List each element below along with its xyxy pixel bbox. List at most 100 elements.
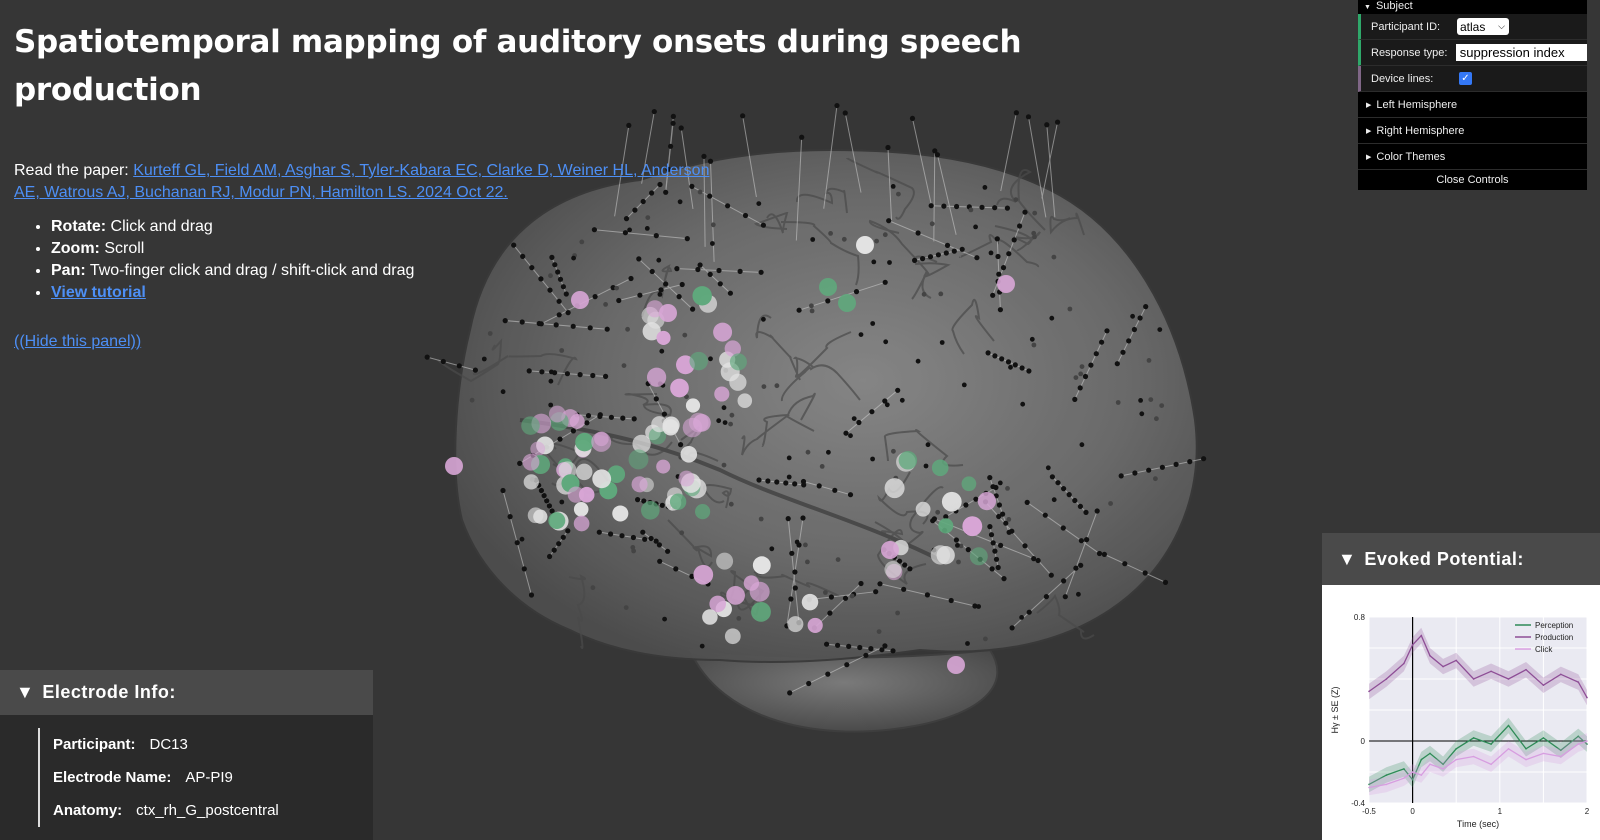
electrode-contact[interactable]	[1153, 476, 1158, 482]
electrode-sphere[interactable]	[693, 413, 711, 432]
electrode-sphere[interactable]	[567, 486, 585, 503]
electrode-contact[interactable]	[961, 382, 967, 388]
electrode-contact[interactable]	[756, 477, 762, 483]
electrode-contact[interactable]	[640, 529, 646, 535]
electrode-contact[interactable]	[1096, 550, 1103, 557]
electrode-contact[interactable]	[956, 559, 961, 565]
electrode-contact[interactable]	[996, 502, 1003, 508]
electrode-contact[interactable]	[481, 356, 487, 362]
electrode-contact[interactable]	[653, 396, 659, 402]
electrode-contact[interactable]	[1094, 508, 1100, 514]
electrode-contact[interactable]	[826, 449, 831, 455]
electrode-contact[interactable]	[1005, 359, 1012, 365]
electrode-contact[interactable]	[1045, 465, 1051, 471]
electrode-sphere[interactable]	[884, 478, 905, 499]
electrode-contact[interactable]	[935, 509, 941, 515]
electrode-contact[interactable]	[1093, 351, 1099, 357]
electrode-contact[interactable]	[1137, 315, 1143, 321]
electrode-contact[interactable]	[635, 497, 641, 503]
electrode-contact[interactable]	[895, 610, 900, 616]
electrode-contact[interactable]	[924, 592, 931, 598]
electrode-contact[interactable]	[1146, 467, 1152, 473]
electrode-contact[interactable]	[721, 405, 727, 411]
electrode-contact[interactable]	[597, 413, 603, 419]
electrode-contact[interactable]	[1073, 375, 1079, 380]
electrode-contact[interactable]	[816, 483, 822, 489]
electrode-contact[interactable]	[1061, 486, 1067, 492]
electrode-contact[interactable]	[631, 548, 636, 554]
electrode-sphere[interactable]	[807, 617, 823, 633]
electrode-sphere[interactable]	[947, 656, 965, 674]
electrode-contact[interactable]	[621, 363, 627, 368]
electrode-contact[interactable]	[1154, 416, 1159, 422]
electrode-sphere[interactable]	[724, 628, 741, 645]
electrode-contact[interactable]	[584, 420, 590, 426]
electrode-contact[interactable]	[728, 421, 733, 427]
electrode-contact[interactable]	[661, 411, 668, 417]
electrode-contact[interactable]	[472, 367, 478, 373]
electrode-contact[interactable]	[1048, 572, 1054, 578]
left-hemisphere-folder[interactable]: ▶ Left Hemisphere	[1358, 92, 1587, 118]
electrode-contact[interactable]	[987, 524, 993, 530]
electrode-contact[interactable]	[1143, 304, 1149, 310]
electrode-contact[interactable]	[847, 492, 854, 498]
electrode-contact[interactable]	[858, 580, 864, 587]
electrode-contact[interactable]	[656, 542, 663, 548]
electrode-contact[interactable]	[1026, 368, 1032, 374]
electrode-contact[interactable]	[987, 475, 993, 481]
electrode-sphere[interactable]	[726, 586, 745, 605]
electrode-sphere[interactable]	[693, 564, 714, 585]
electrode-contact[interactable]	[884, 402, 890, 408]
electrode-contact[interactable]	[794, 539, 800, 545]
electrode-contact[interactable]	[1157, 327, 1163, 332]
electrode-sphere[interactable]	[628, 449, 649, 470]
electrode-contact[interactable]	[788, 596, 794, 602]
electrode-contact[interactable]	[877, 581, 883, 587]
device-lines-checkbox[interactable]: ✓	[1459, 72, 1472, 85]
electrode-contact[interactable]	[990, 484, 996, 490]
electrode-contact[interactable]	[999, 356, 1005, 362]
electrode-contact[interactable]	[899, 397, 905, 403]
electrode-contact[interactable]	[538, 487, 545, 494]
electrode-contact[interactable]	[1042, 512, 1048, 518]
electrode-contact[interactable]	[995, 564, 1001, 571]
electrode-sphere[interactable]	[656, 459, 671, 474]
electrode-sphere[interactable]	[548, 405, 566, 423]
electrode-contact[interactable]	[769, 546, 775, 552]
electrode-contact[interactable]	[539, 369, 545, 375]
electrode-contact[interactable]	[514, 540, 520, 546]
electrode-contact[interactable]	[1062, 594, 1068, 600]
electrode-contact[interactable]	[848, 433, 853, 439]
electrode-contact[interactable]	[965, 641, 970, 646]
electrode-contact[interactable]	[1173, 461, 1179, 467]
electrode-contact[interactable]	[1006, 517, 1012, 522]
electrode-contact[interactable]	[849, 593, 855, 599]
electrode-contact[interactable]	[1043, 594, 1049, 600]
electrode-contact[interactable]	[925, 442, 931, 448]
electrode-sphere[interactable]	[689, 351, 708, 371]
electrode-contact[interactable]	[803, 542, 808, 548]
electrode-contact[interactable]	[1076, 591, 1081, 597]
electrode-sphere[interactable]	[930, 545, 951, 565]
electrode-sphere[interactable]	[573, 502, 589, 517]
electrode-contact[interactable]	[728, 501, 734, 507]
electrode-contact[interactable]	[842, 595, 849, 601]
electrode-contact[interactable]	[868, 646, 874, 652]
electrode-contact[interactable]	[721, 462, 727, 468]
electrode-contact[interactable]	[1072, 497, 1078, 504]
electrode-contact[interactable]	[1088, 362, 1094, 368]
electrode-contact[interactable]	[1001, 576, 1007, 582]
electrode-contact[interactable]	[1201, 456, 1207, 462]
electrode-sphere[interactable]	[521, 416, 540, 435]
electrode-contact[interactable]	[758, 516, 764, 522]
electrode-contact[interactable]	[736, 616, 742, 621]
electrode-contact[interactable]	[851, 416, 857, 421]
electrode-contact[interactable]	[1020, 401, 1026, 407]
electrode-contact[interactable]	[1132, 470, 1138, 476]
electrode-contact[interactable]	[716, 418, 722, 424]
electrode-contact[interactable]	[806, 680, 812, 687]
electrode-contact[interactable]	[895, 387, 901, 393]
electrode-sphere[interactable]	[670, 378, 689, 398]
electrode-contact[interactable]	[876, 629, 882, 634]
electrode-contact[interactable]	[1159, 403, 1165, 408]
